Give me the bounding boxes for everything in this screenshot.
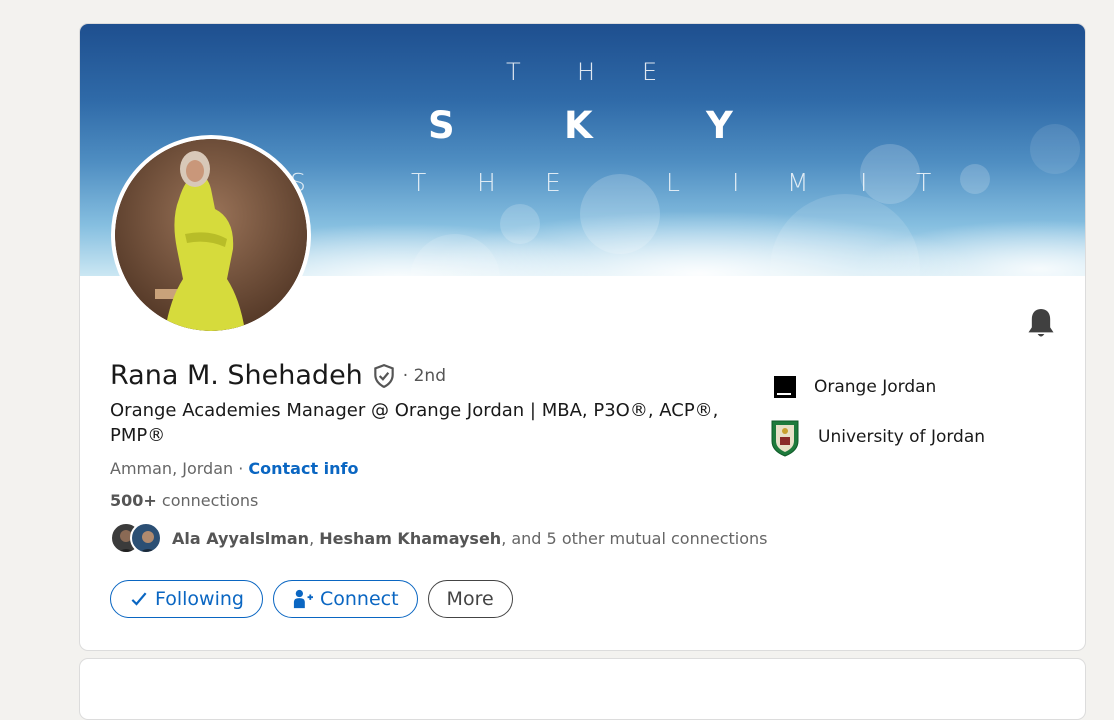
more-label: More <box>446 588 494 610</box>
following-button[interactable]: Following <box>110 580 263 618</box>
location-separator: · <box>233 459 249 478</box>
profile-avatar[interactable] <box>111 135 311 335</box>
more-button[interactable]: More <box>427 580 513 618</box>
location-row: Amman, Jordan · Contact info <box>110 459 359 478</box>
school-name: University of Jordan <box>818 427 986 447</box>
connect-label: Connect <box>319 588 399 610</box>
mutual-connections[interactable]: Ala Ayyalslman, Hesham Khamayseh, and 5 … <box>110 522 768 554</box>
connections-count[interactable]: 500+ connections <box>110 491 258 510</box>
profile-card: THE SKY STHELIMIT Rana M. Shehadeh · 2nd… <box>79 23 1086 651</box>
mutual-avatar-2 <box>130 522 162 554</box>
education-school[interactable]: University of Jordan <box>770 417 985 457</box>
connections-number: 500+ <box>110 491 157 510</box>
current-company[interactable]: Orange Jordan <box>770 367 985 407</box>
checkmark-icon <box>131 592 147 606</box>
action-buttons: Following Connect More <box>110 580 513 618</box>
location-text: Amman, Jordan <box>110 459 234 478</box>
mutual-text: Ala Ayyalslman, Hesham Khamayseh, and 5 … <box>172 529 768 548</box>
bell-icon[interactable] <box>1021 304 1061 344</box>
name-row: Rana M. Shehadeh · 2nd <box>110 360 446 391</box>
connection-degree: · 2nd <box>402 365 446 386</box>
orange-logo-icon <box>774 376 796 398</box>
profile-headline: Orange Academies Manager @ Orange Jordan… <box>110 400 719 446</box>
mutual-separator: , <box>309 528 320 548</box>
university-crest-icon <box>771 420 799 457</box>
next-section-card <box>79 658 1086 720</box>
contact-info-link[interactable]: Contact info <box>248 459 358 478</box>
mutual-rest: , and 5 other mutual connections <box>501 528 768 548</box>
add-person-icon <box>293 589 313 609</box>
following-label: Following <box>155 588 244 610</box>
mutual-name-2: Hesham Khamayseh <box>319 528 502 548</box>
connections-label: connections <box>156 491 259 510</box>
company-name: Orange Jordan <box>814 377 937 397</box>
verified-shield-icon[interactable] <box>371 363 397 389</box>
avatar-photo <box>115 139 307 331</box>
right-column: Orange Jordan University of Jordan <box>770 367 985 467</box>
mutual-name-1: Ala Ayyalslman <box>172 528 310 548</box>
connect-button[interactable]: Connect <box>272 580 418 618</box>
profile-name: Rana M. Shehadeh <box>110 360 363 391</box>
